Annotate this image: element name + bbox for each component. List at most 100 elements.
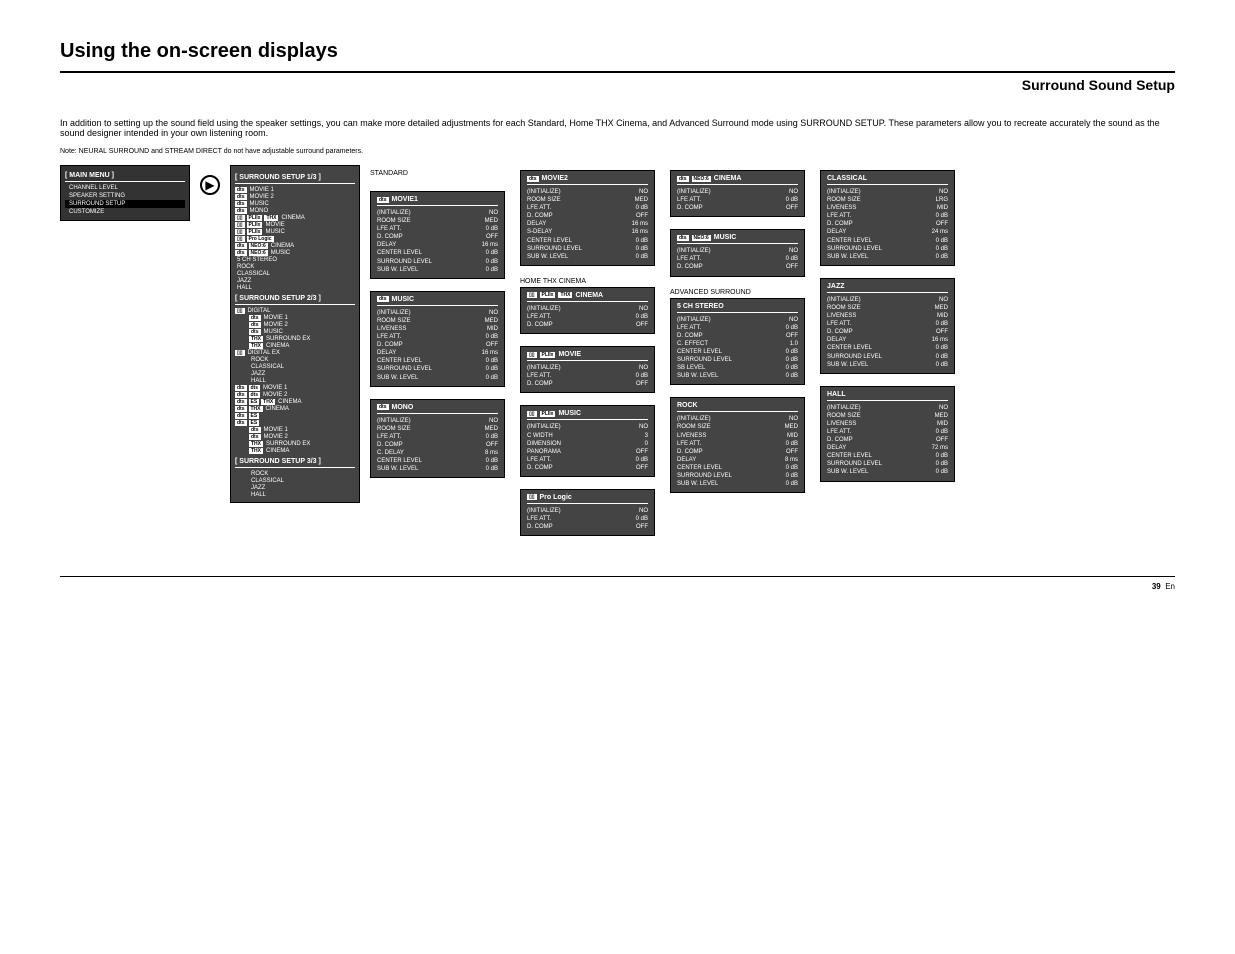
dts-icon: dts xyxy=(377,296,389,302)
param-row[interactable]: dtsES xyxy=(235,419,355,426)
desc-box: JAZZ (INITIALIZE) ROOM SIZE LIVENESS LFE … xyxy=(820,278,955,374)
param-label: CLASSICAL xyxy=(251,364,284,370)
desc-box-title: MOVIE2 xyxy=(542,175,568,182)
param-row[interactable]: dtsMOVIE 2 xyxy=(235,433,355,440)
desc-box-title: CINEMA xyxy=(714,175,742,182)
thx-icon: THX xyxy=(249,336,263,342)
desc-box: dtsNEO:6MUSIC(INITIALIZE) LFE ATT. D. CO… xyxy=(670,229,805,276)
dts-icon: dts xyxy=(235,399,247,405)
main-menu-item[interactable]: CHANNEL LEVEL xyxy=(65,184,185,192)
param-label: MOVIE 2 xyxy=(264,434,288,440)
desc-box-header: ▯▯PLIIxMUSIC xyxy=(527,410,648,420)
param-row[interactable]: dtsTHXCINEMA xyxy=(235,405,355,412)
desc-box: ▯▯PLIIxMOVIE(INITIALIZE) LFE ATT. D. COM… xyxy=(520,346,655,393)
param-row[interactable]: dtsMOVIE 1 xyxy=(235,426,355,433)
desc-param-names: (INITIALIZE) ROOM SIZE LFE ATT. D. COMP … xyxy=(527,188,582,261)
param-row[interactable]: THXCINEMA xyxy=(235,447,355,454)
dts-icon: dts xyxy=(235,243,247,249)
param-label: SURROUND EX xyxy=(266,441,310,447)
surround-setup-box: [ SURROUND SETUP 1/3 ]dtsMOVIE 1dtsMOVIE… xyxy=(230,165,360,503)
param-row[interactable]: ▯▯DIGITAL xyxy=(235,307,355,314)
desc-param-names: (INITIALIZE) C WIDTH DIMENSION PANORAMA … xyxy=(527,423,561,472)
param-row[interactable]: HALL xyxy=(235,284,355,291)
param-row[interactable]: 5 CH STEREO xyxy=(235,256,355,263)
param-row[interactable]: ▯▯PLIIxMOVIE xyxy=(235,221,355,228)
desc-box-title: 5 CH STEREO xyxy=(677,303,724,310)
dts-icon: dts xyxy=(235,413,247,419)
param-row[interactable]: ▯▯Pro Logic xyxy=(235,235,355,242)
param-row[interactable]: ROCK xyxy=(235,263,355,270)
desc-box: dtsMUSIC(INITIALIZE) ROOM SIZE LIVENESS … xyxy=(370,291,505,387)
param-row[interactable]: dtsMUSIC xyxy=(235,328,355,335)
param-row[interactable]: CLASSICAL xyxy=(235,270,355,277)
param-row[interactable]: THXSURROUND EX xyxy=(235,440,355,447)
param-row[interactable]: dtsMOVIE 2 xyxy=(235,193,355,200)
param-label: MUSIC xyxy=(265,229,284,235)
page-title: Using the on-screen displays xyxy=(60,40,1175,63)
desc-box-header: JAZZ xyxy=(827,283,948,293)
param-row[interactable]: dtsMOVIE 1 xyxy=(235,314,355,321)
param-row[interactable]: dtsES xyxy=(235,412,355,419)
param-label: DIGITAL EX xyxy=(248,350,280,356)
param-label: JAZZ xyxy=(251,485,265,491)
plx-icon: PLIIx xyxy=(540,411,556,417)
param-row[interactable]: dtsMUSIC xyxy=(235,200,355,207)
thx-icon: THX xyxy=(261,399,275,405)
param-row[interactable]: ▯▯DIGITAL EX xyxy=(235,349,355,356)
desc-box: dtsMOVIE1(INITIALIZE) ROOM SIZE LFE ATT.… xyxy=(370,191,505,279)
param-row[interactable]: THXCINEMA xyxy=(235,342,355,349)
param-row[interactable]: JAZZ xyxy=(235,484,355,491)
param-row[interactable]: ROCK xyxy=(235,356,355,363)
param-row[interactable]: HALL xyxy=(235,491,355,498)
param-row[interactable]: dtsMOVIE 2 xyxy=(235,321,355,328)
param-row[interactable]: dtsESTHXCINEMA xyxy=(235,398,355,405)
desc-box-header: dtsNEO:6CINEMA xyxy=(677,175,798,185)
param-row[interactable]: dtsNEO:6MUSIC xyxy=(235,249,355,256)
param-row[interactable]: dtsMOVIE 1 xyxy=(235,186,355,193)
param-label: MUSIC xyxy=(250,201,269,207)
param-section-title: [ SURROUND SETUP 2/3 ] xyxy=(235,293,355,305)
desc-box: dtsMONO(INITIALIZE) ROOM SIZE LFE ATT. D… xyxy=(370,399,505,479)
param-row[interactable]: dtsdtsMOVIE 2 xyxy=(235,391,355,398)
page-subtitle: Surround Sound Setup xyxy=(60,77,1175,93)
param-label: HALL xyxy=(251,492,266,498)
main-menu-item[interactable]: CUSTOMIZE xyxy=(65,208,185,216)
page-lang: En xyxy=(1165,582,1175,591)
desc-box-header: ▯▯Pro Logic xyxy=(527,494,648,504)
neo6-icon: NEO:6 xyxy=(249,243,268,249)
dts-icon: dts xyxy=(677,235,689,241)
param-row[interactable]: THXSURROUND EX xyxy=(235,335,355,342)
param-row[interactable]: dtsdtsMOVIE 1 xyxy=(235,384,355,391)
main-menu-item[interactable]: SURROUND SETUP xyxy=(65,200,185,208)
desc-box-title: MONO xyxy=(392,404,414,411)
dd-icon: ▯▯ xyxy=(235,215,245,221)
dts-icon: dts xyxy=(249,427,261,433)
dts-icon: dts xyxy=(249,329,261,335)
dts-icon: dts xyxy=(527,176,539,182)
category-label: ADVANCED SURROUND xyxy=(670,289,805,296)
divider xyxy=(60,576,1175,577)
param-row[interactable]: ▯▯PLIIxTHXCINEMA xyxy=(235,214,355,221)
param-row[interactable]: CLASSICAL xyxy=(235,477,355,484)
desc-param-values: NO 0 dB OFF xyxy=(636,305,648,329)
param-row[interactable]: CLASSICAL xyxy=(235,363,355,370)
main-menu-item[interactable]: SPEAKER SETTING xyxy=(65,192,185,200)
dts-icon: dts xyxy=(249,392,261,398)
desc-param-names: (INITIALIZE) LFE ATT. D. COMP xyxy=(527,507,561,531)
param-label: 5 CH STEREO xyxy=(237,257,277,263)
desc-param-names: (INITIALIZE) ROOM SIZE LIVENESS LFE ATT.… xyxy=(827,296,882,369)
param-row[interactable]: JAZZ xyxy=(235,277,355,284)
param-row[interactable]: ROCK xyxy=(235,470,355,477)
param-row[interactable]: HALL xyxy=(235,377,355,384)
dd-icon: ▯▯ xyxy=(235,222,245,228)
param-row[interactable]: dtsNEO:6CINEMA xyxy=(235,242,355,249)
dd-icon: ▯▯ xyxy=(235,308,245,314)
param-row[interactable]: JAZZ xyxy=(235,370,355,377)
param-row[interactable]: ▯▯PLIIxMUSIC xyxy=(235,228,355,235)
desc-box: dtsNEO:6CINEMA(INITIALIZE) LFE ATT. D. C… xyxy=(670,170,805,217)
param-row[interactable]: dtsMONO xyxy=(235,207,355,214)
desc-param-values: NO 0 dB OFF 1.0 0 dB 0 dB 0 dB 0 dB xyxy=(786,316,798,381)
category-label: STANDARD xyxy=(370,170,505,177)
plx-icon: PLIIx xyxy=(540,352,556,358)
desc-box-title: MUSIC xyxy=(558,410,581,417)
